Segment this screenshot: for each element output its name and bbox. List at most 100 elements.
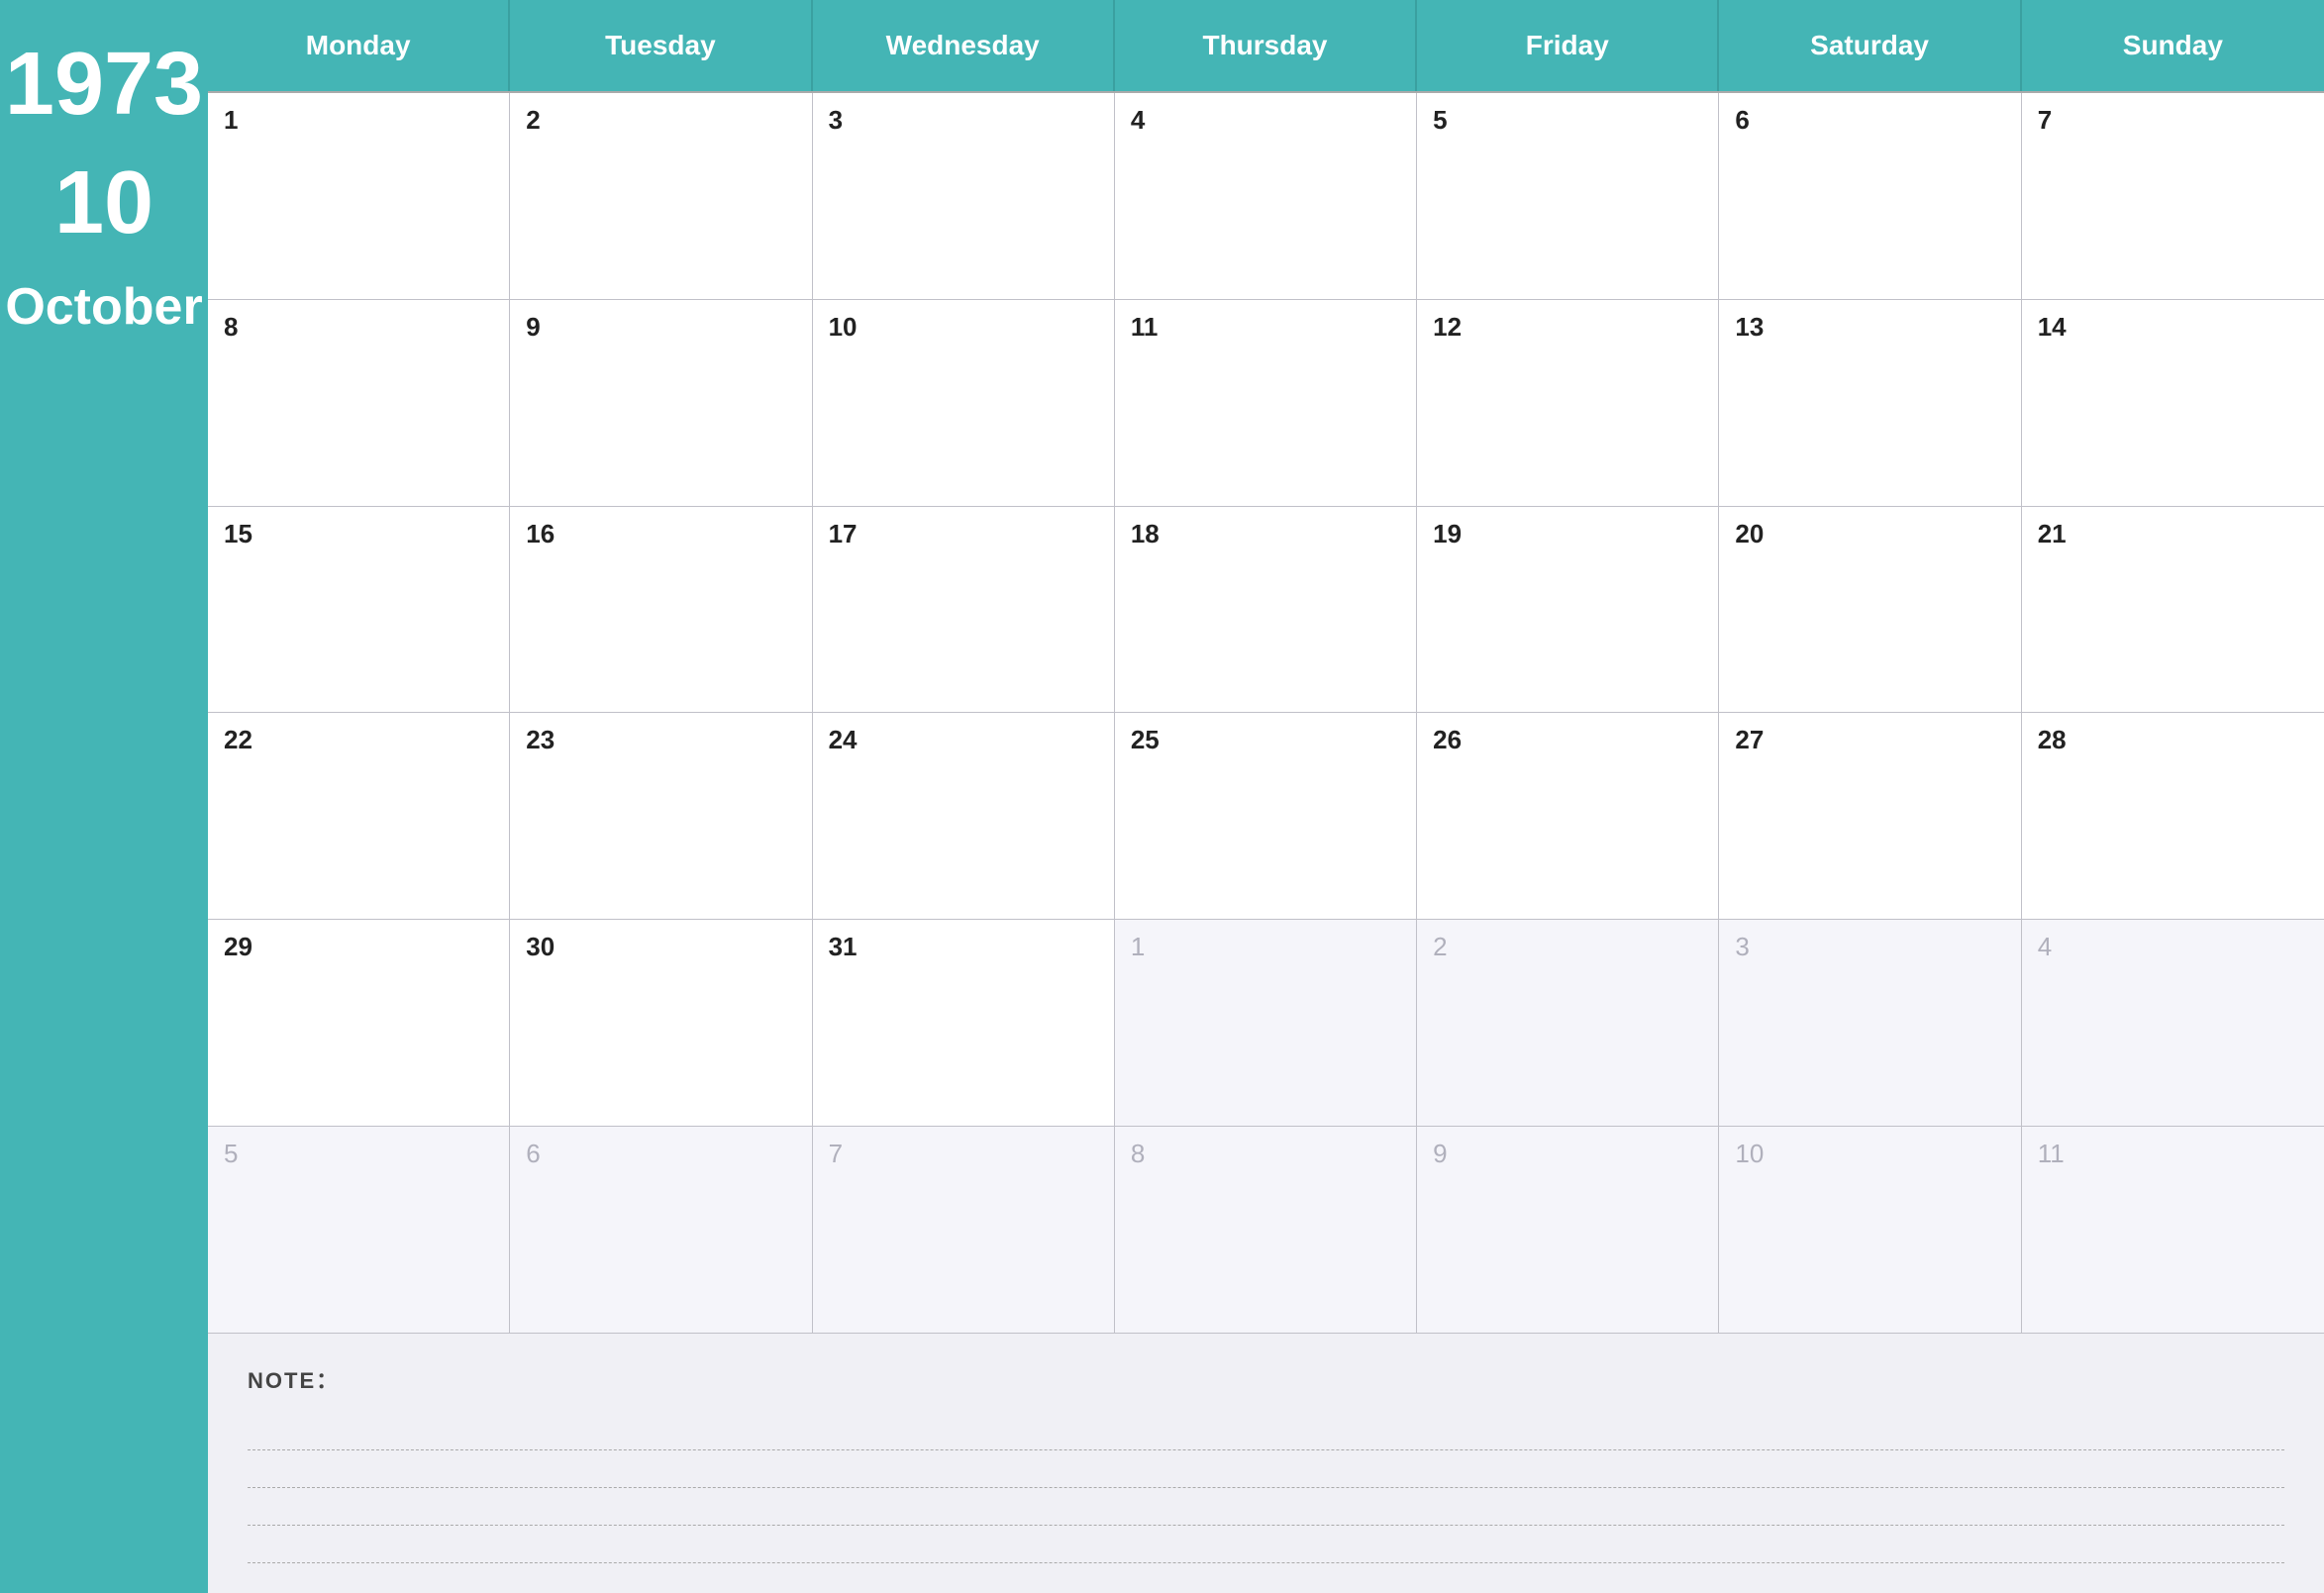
calendar-cell[interactable]: 18	[1115, 507, 1417, 714]
calendar-cell[interactable]: 12	[1417, 300, 1719, 507]
calendar-cell[interactable]: 5	[208, 1127, 510, 1334]
calendar-cell[interactable]: 8	[1115, 1127, 1417, 1334]
day-number: 31	[829, 932, 858, 961]
calendar-cell[interactable]: 17	[813, 507, 1115, 714]
notes-label: NOTE：	[248, 1363, 2284, 1395]
day-number: 21	[2038, 519, 2067, 548]
calendar-cell[interactable]: 10	[1719, 1127, 2021, 1334]
day-number: 8	[224, 312, 238, 342]
day-number: 17	[829, 519, 858, 548]
sidebar-month-number: 10	[54, 158, 153, 248]
calendar-cell[interactable]: 27	[1719, 713, 2021, 920]
calendar-cell[interactable]: 1	[208, 93, 510, 300]
day-header-friday: Friday	[1417, 0, 1719, 91]
calendar-grid: 1234567891011121314151617181920212223242…	[208, 93, 2324, 1334]
day-number: 9	[1433, 1139, 1447, 1168]
main-area: MondayTuesdayWednesdayThursdayFridaySatu…	[208, 0, 2324, 1593]
day-number: 3	[1735, 932, 1749, 961]
day-number: 20	[1735, 519, 1764, 548]
day-number: 1	[1131, 932, 1145, 961]
day-header-sunday: Sunday	[2022, 0, 2324, 91]
day-number: 5	[224, 1139, 238, 1168]
calendar-cell[interactable]: 26	[1417, 713, 1719, 920]
day-number: 6	[1735, 105, 1749, 135]
calendar-cell[interactable]: 4	[2022, 920, 2324, 1127]
notes-line-2	[248, 1450, 2284, 1488]
calendar-cell[interactable]: 22	[208, 713, 510, 920]
day-header-thursday: Thursday	[1115, 0, 1417, 91]
day-number: 8	[1131, 1139, 1145, 1168]
calendar-cell[interactable]: 7	[813, 1127, 1115, 1334]
notes-line-3	[248, 1488, 2284, 1526]
day-number: 19	[1433, 519, 1462, 548]
day-number: 10	[1735, 1139, 1764, 1168]
day-number: 6	[526, 1139, 540, 1168]
day-header-tuesday: Tuesday	[510, 0, 812, 91]
calendar-cell[interactable]: 4	[1115, 93, 1417, 300]
calendar-cell[interactable]: 9	[510, 300, 812, 507]
day-number: 12	[1433, 312, 1462, 342]
calendar-cell[interactable]: 20	[1719, 507, 2021, 714]
calendar-cell[interactable]: 29	[208, 920, 510, 1127]
notes-section: NOTE：	[208, 1334, 2324, 1593]
calendar-cell[interactable]: 23	[510, 713, 812, 920]
calendar-cell[interactable]: 28	[2022, 713, 2324, 920]
calendar-cell[interactable]: 19	[1417, 507, 1719, 714]
calendar-cell[interactable]: 9	[1417, 1127, 1719, 1334]
calendar-cell[interactable]: 11	[1115, 300, 1417, 507]
calendar-cell[interactable]: 16	[510, 507, 812, 714]
notes-line-4	[248, 1526, 2284, 1563]
day-number: 7	[829, 1139, 843, 1168]
day-number: 25	[1131, 725, 1160, 754]
day-number: 11	[1131, 312, 1159, 342]
day-number: 16	[526, 519, 555, 548]
day-number: 2	[1433, 932, 1447, 961]
day-number: 28	[2038, 725, 2067, 754]
day-number: 14	[2038, 312, 2067, 342]
calendar-cell[interactable]: 15	[208, 507, 510, 714]
calendar-cell[interactable]: 25	[1115, 713, 1417, 920]
calendar-cell[interactable]: 3	[1719, 920, 2021, 1127]
calendar-cell[interactable]: 2	[1417, 920, 1719, 1127]
day-number: 1	[224, 105, 238, 135]
calendar-cell[interactable]: 5	[1417, 93, 1719, 300]
day-header-wednesday: Wednesday	[813, 0, 1115, 91]
calendar-cell[interactable]: 2	[510, 93, 812, 300]
day-number: 4	[2038, 932, 2052, 961]
calendar-cell[interactable]: 6	[510, 1127, 812, 1334]
calendar-cell[interactable]: 6	[1719, 93, 2021, 300]
day-number: 9	[526, 312, 540, 342]
day-header-monday: Monday	[208, 0, 510, 91]
day-header-saturday: Saturday	[1719, 0, 2021, 91]
day-number: 24	[829, 725, 858, 754]
sidebar-month-name: October	[5, 277, 202, 337]
day-number: 10	[829, 312, 858, 342]
calendar-cell[interactable]: 21	[2022, 507, 2324, 714]
notes-line-1	[248, 1413, 2284, 1450]
calendar-cell[interactable]: 7	[2022, 93, 2324, 300]
day-number: 23	[526, 725, 555, 754]
sidebar: 1973 10 October	[0, 0, 208, 1593]
day-number: 15	[224, 519, 253, 548]
calendar-cell[interactable]: 3	[813, 93, 1115, 300]
calendar-cell[interactable]: 24	[813, 713, 1115, 920]
day-number: 5	[1433, 105, 1447, 135]
day-number: 30	[526, 932, 555, 961]
calendar-cell[interactable]: 8	[208, 300, 510, 507]
day-number: 26	[1433, 725, 1462, 754]
calendar-cell[interactable]: 13	[1719, 300, 2021, 507]
calendar-cell[interactable]: 10	[813, 300, 1115, 507]
calendar-cell[interactable]: 30	[510, 920, 812, 1127]
day-number: 22	[224, 725, 253, 754]
calendar-cell[interactable]: 31	[813, 920, 1115, 1127]
calendar-cell[interactable]: 11	[2022, 1127, 2324, 1334]
day-number: 3	[829, 105, 843, 135]
day-number: 29	[224, 932, 253, 961]
day-number: 4	[1131, 105, 1145, 135]
day-number: 7	[2038, 105, 2052, 135]
day-headers: MondayTuesdayWednesdayThursdayFridaySatu…	[208, 0, 2324, 93]
calendar-cell[interactable]: 14	[2022, 300, 2324, 507]
sidebar-year: 1973	[5, 40, 203, 129]
day-number: 11	[2038, 1139, 2065, 1168]
calendar-cell[interactable]: 1	[1115, 920, 1417, 1127]
